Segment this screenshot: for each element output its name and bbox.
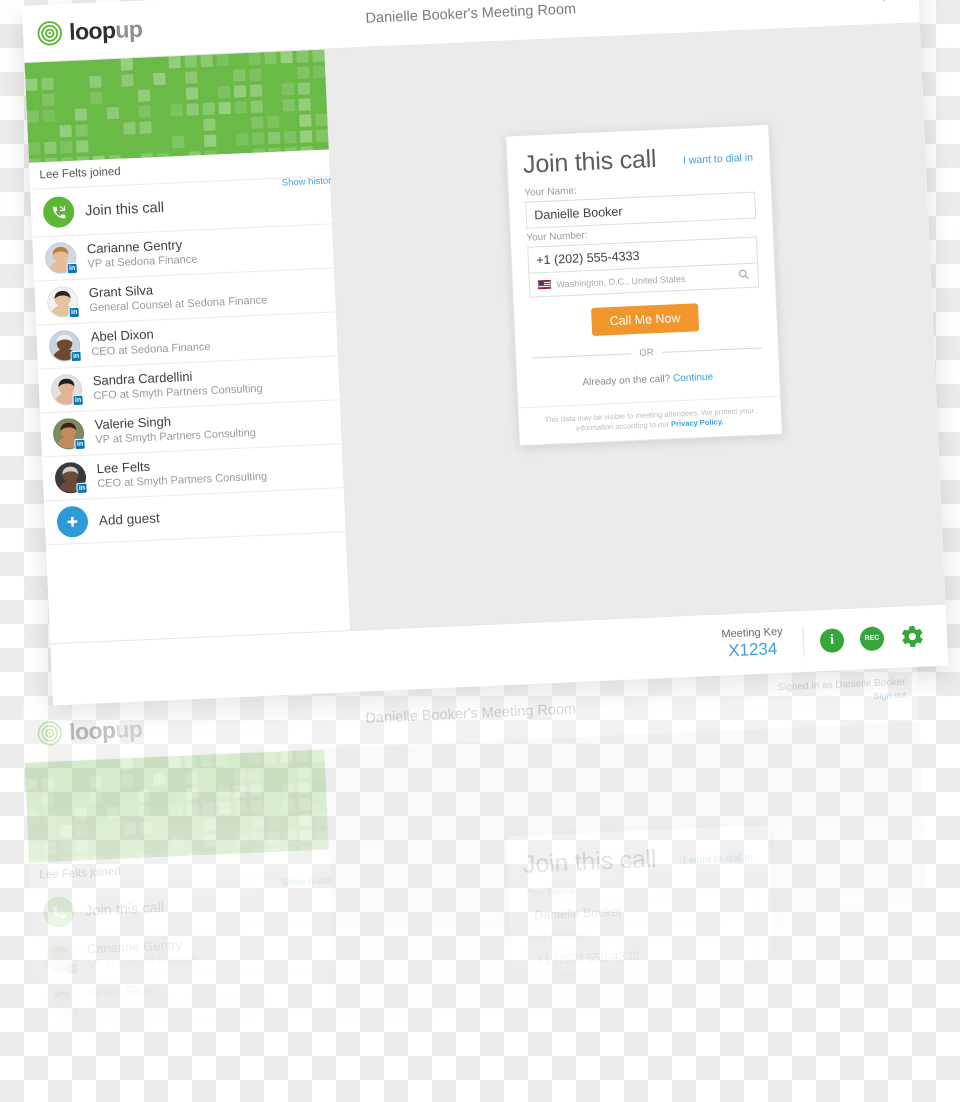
participant-meta: Sandra Cardellini CFO at Smyth Partners C… (92, 366, 263, 404)
linkedin-badge-icon: in (72, 1094, 84, 1102)
background-window: loopup Danielle Booker's Meeting Room Si… (22, 666, 936, 1102)
privacy-note: This data may be visible to meeting atte… (517, 395, 782, 446)
participant-meta: Sandra Cardellini CFO at Smyth Partners C… (92, 1066, 263, 1102)
avatar: in (44, 241, 78, 275)
already-on-call-row: Already on the call? Continue (533, 370, 763, 391)
gear-icon[interactable] (899, 623, 925, 649)
dialog-title: Join this call (522, 144, 657, 179)
privacy-policy-link[interactable]: Privacy Policy. (671, 417, 724, 428)
dial-in-link[interactable]: I want to dial in (683, 152, 754, 167)
call-me-now-button[interactable]: Call Me Now (591, 303, 700, 337)
loopup-app-background: loopup Danielle Booker's Meeting Room Si… (22, 666, 936, 1102)
dialog-header-background: Join this call I want to dial in (522, 842, 753, 884)
avatar: in (52, 417, 86, 451)
name-field-value: Danielle Booker (534, 204, 623, 223)
avatar: in (50, 373, 84, 407)
brand-wordmark-up: up (114, 15, 143, 43)
participant-meta: Abel Dixon CEO at Sedona Finance (90, 324, 210, 360)
linkedin-badge-icon: in (70, 350, 82, 363)
join-call-dialog-background: Join this call I want to dial in Your Na… (504, 823, 775, 976)
participant-meta: Carianne Gentry VP at Sedona Finance (87, 937, 198, 972)
participant-meta: Lee Felts CEO at Smyth Partners Consultin… (96, 454, 267, 492)
main-window: loopup Danielle Booker's Meeting Room Si… (22, 0, 949, 706)
join-this-call-label: Join this call (84, 199, 165, 219)
avatar: in (44, 941, 78, 975)
or-label: OR (639, 347, 654, 360)
participant-meta: Grant Silva General Counsel at Sedona Fin… (89, 978, 268, 1016)
avatar: in (48, 1029, 82, 1063)
avatar: in (46, 985, 80, 1019)
participants-sidebar-background: Lee Felts joined Show history Join this … (24, 749, 342, 1102)
avatar: in (46, 285, 80, 319)
name-field-value: Danielle Booker (534, 904, 623, 923)
loopup-spiral-icon (37, 720, 62, 745)
screen-stage: loopup Danielle Booker's Meeting Room Si… (0, 0, 960, 1102)
linkedin-badge-icon: in (68, 1006, 80, 1019)
status-text: Lee Felts joined (39, 865, 121, 882)
call-button-row: Call Me Now (530, 301, 761, 339)
meeting-key-block: Meeting Key X1234 (721, 625, 784, 661)
dialog-header: Join this call I want to dial in (522, 142, 753, 184)
join-this-call-label: Join this call (84, 899, 165, 919)
dialog-title: Join this call (522, 844, 657, 879)
join-call-dialog: Join this call I want to dial in Your Na… (504, 123, 783, 447)
account-block: Signed in as Danielle Booker Sign out (777, 0, 906, 6)
participants-list: Join this call in Carianne Gentry VP at Se… (30, 176, 353, 705)
us-flag-icon (537, 280, 551, 290)
brand-wordmark-up: up (114, 715, 143, 743)
continue-link[interactable]: Continue (673, 372, 713, 385)
sign-out-link[interactable]: Sign out (778, 0, 907, 6)
info-icon[interactable]: i (819, 627, 845, 653)
status-text: Lee Felts joined (39, 165, 121, 182)
brand-wordmark-loop: loop (68, 16, 116, 45)
account-block-background: Signed in as Danielle Booker Sign out (777, 677, 906, 706)
linkedin-badge-icon: in (68, 306, 80, 319)
participant-meta: Carianne Gentry VP at Sedona Finance (87, 237, 198, 272)
dial-in-link[interactable]: I want to dial in (683, 852, 754, 867)
main-content-background: Join this call I want to dial in Your Na… (325, 723, 936, 1102)
record-icon[interactable]: REC (859, 625, 885, 651)
app-body-background: Lee Felts joined Show history Join this … (24, 723, 936, 1102)
app-body: Lee Felts joined Show history Join this … (24, 23, 949, 706)
linkedin-badge-icon: in (72, 394, 84, 407)
participant-meta: Abel Dixon CEO at Sedona Finance (90, 1024, 210, 1060)
linkedin-badge-icon: in (66, 262, 78, 275)
mosaic-banner-background (24, 749, 329, 863)
main-content: Join this call I want to dial in Your Na… (325, 23, 949, 693)
avatar: in (48, 329, 82, 363)
phone-answer-icon (42, 195, 75, 229)
brand-wordmark: loopup (68, 15, 143, 45)
or-divider: OR (531, 343, 761, 364)
avatar: in (50, 1073, 84, 1102)
toolbar-divider (802, 626, 805, 657)
participants-sidebar: Lee Felts joined Show history Join this … (24, 49, 354, 706)
avatar: in (54, 461, 88, 495)
number-field-value: +1 (202) 555-4333 (536, 948, 640, 968)
linkedin-badge-icon: in (74, 438, 86, 451)
brand-logo-background: loopup (37, 715, 143, 746)
brand-logo[interactable]: loopup (37, 15, 143, 46)
brand-wordmark-loop: loop (68, 716, 116, 745)
people-rows-container: in Carianne Gentry VP at Sedona Finance in G… (32, 224, 344, 502)
linkedin-badge-icon: in (70, 1050, 82, 1063)
participants-list-background: Join this call in Carianne Gentry VP at Se… (30, 876, 341, 1102)
phone-answer-icon (42, 895, 75, 929)
already-on-call-text: Already on the call? (582, 373, 671, 389)
mosaic-banner (24, 49, 329, 163)
linkedin-badge-icon: in (76, 482, 88, 495)
add-guest-label: Add guest (98, 510, 161, 529)
plus-circle-icon (56, 505, 89, 538)
search-icon[interactable] (737, 268, 750, 284)
participant-meta: Valerie Singh VP at Smyth Partners Consul… (94, 410, 256, 448)
loopup-app: loopup Danielle Booker's Meeting Room Si… (22, 0, 949, 706)
linkedin-badge-icon: in (66, 962, 78, 975)
brand-wordmark-background: loopup (68, 715, 143, 745)
country-value: Washington, D.C., United States (556, 273, 686, 290)
meeting-key-value[interactable]: X1234 (722, 639, 784, 662)
number-field-value: +1 (202) 555-4333 (536, 248, 640, 268)
people-rows-container-background: in Carianne Gentry VP at Sedona Finance in G… (32, 924, 341, 1102)
participant-meta: Grant Silva General Counsel at Sedona Fin… (89, 278, 268, 316)
loopup-spiral-icon (37, 20, 62, 45)
